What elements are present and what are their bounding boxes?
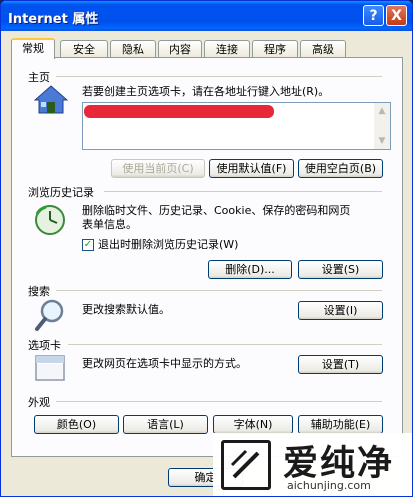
home-section-label: 主页: [28, 71, 50, 84]
history-clock-icon: [35, 205, 65, 235]
use-default-button[interactable]: 使用默认值(F): [209, 159, 294, 178]
accessibility-button[interactable]: 辅助功能(E): [298, 415, 383, 434]
search-magnifier-icon: [35, 299, 64, 331]
tab-connections[interactable]: 连接: [204, 40, 250, 58]
window-title: Internet 属性: [8, 12, 99, 27]
home-divider: [56, 76, 382, 77]
scroll-up-icon[interactable]: ▲: [374, 103, 390, 119]
appearance-divider: [56, 401, 382, 402]
use-current-button[interactable]: 使用当前页(C): [111, 159, 205, 178]
scroll-down-icon[interactable]: ▼: [374, 133, 390, 149]
tab-programs[interactable]: 程序: [252, 40, 298, 58]
languages-button[interactable]: 语言(L): [123, 415, 208, 434]
fonts-button[interactable]: 字体(N): [213, 415, 293, 434]
tabs-description: 更改网页在选项卡中显示的方式。: [82, 357, 247, 370]
home-description: 若要创建主页选项卡，请在各地址行键入地址(R)。: [82, 85, 330, 98]
appearance-section-label: 外观: [28, 396, 50, 409]
watermark-url: aichunjing.com: [287, 479, 371, 492]
history-section-label: 浏览历史记录: [28, 186, 94, 199]
tab-content[interactable]: 内容: [158, 40, 202, 58]
tab-privacy[interactable]: 隐私: [110, 40, 156, 58]
help-button[interactable]: ?: [363, 5, 384, 26]
general-tab-panel: 主页 若要创建主页选项卡，请在各地址行键入地址(R)。 ▲ ▼ 使用当前页(C)…: [11, 57, 403, 457]
colors-button[interactable]: 颜色(O): [34, 415, 119, 434]
tabbed-window-icon: [35, 355, 65, 381]
history-description-line2: 表单信息。: [82, 218, 137, 231]
watermark: 爱纯净 aichunjing.com: [213, 433, 412, 496]
search-divider: [56, 290, 382, 291]
tabs-divider: [68, 344, 382, 345]
search-description: 更改搜索默认值。: [82, 303, 170, 316]
tab-general[interactable]: 常规: [11, 38, 55, 59]
delete-history-button[interactable]: 删除(D)...: [208, 260, 292, 279]
tabs-settings-button[interactable]: 设置(T): [298, 355, 383, 374]
home-house-icon: [34, 85, 68, 114]
redacted-address-scribble: [84, 105, 274, 118]
history-settings-button[interactable]: 设置(S): [298, 260, 383, 279]
search-section-label: 搜索: [28, 285, 50, 298]
history-divider: [104, 191, 382, 192]
title-bar[interactable]: Internet 属性 ? X: [1, 1, 412, 31]
close-button[interactable]: X: [386, 5, 407, 26]
watermark-logo-icon: [221, 440, 271, 490]
search-settings-button[interactable]: 设置(I): [298, 301, 383, 320]
tabs-section-label: 选项卡: [28, 339, 61, 352]
address-scrollbar[interactable]: ▲ ▼: [374, 103, 390, 149]
delete-on-exit-checkbox[interactable]: ✓: [82, 239, 94, 251]
history-description-line1: 删除临时文件、历史记录、Cookie、保存的密码和网页: [82, 204, 351, 217]
delete-on-exit-label: 退出时删除浏览历史记录(W): [98, 238, 239, 251]
tab-advanced[interactable]: 高级: [300, 40, 346, 58]
use-blank-button[interactable]: 使用空白页(B): [298, 159, 383, 178]
internet-properties-window: Internet 属性 ? X 常规 安全 隐私 内容 连接 程序 高级 主页 …: [0, 0, 413, 497]
